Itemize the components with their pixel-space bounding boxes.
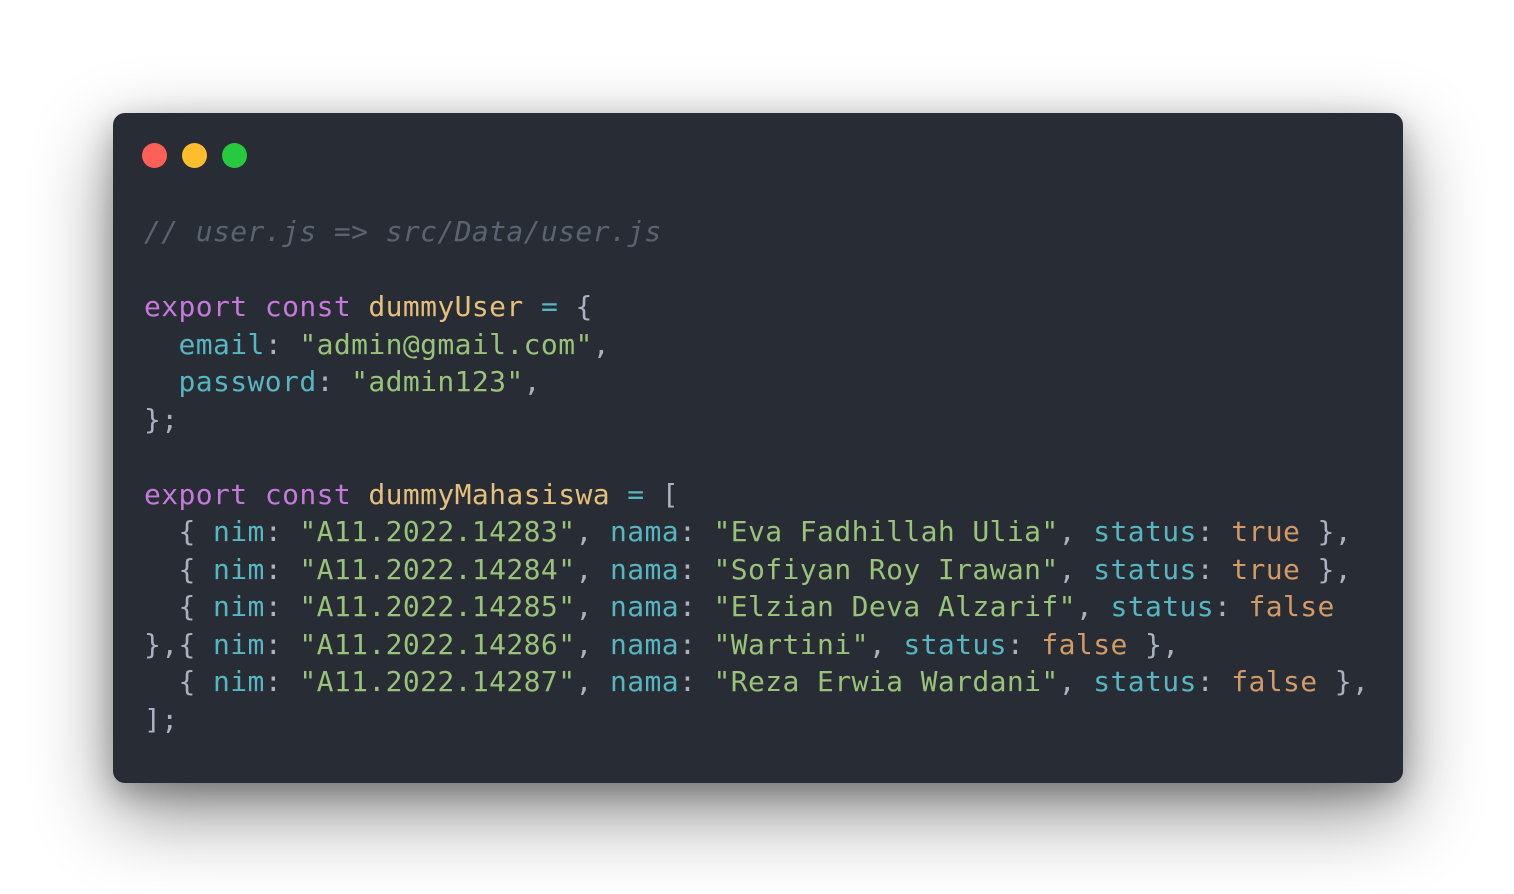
nim-value: "A11.2022.14287" bbox=[299, 665, 576, 698]
code-line-row: { nim: "A11.2022.14284", nama: "Sofiyan … bbox=[178, 552, 1353, 586]
code-comment: // user.js => src/Data/user.js bbox=[144, 215, 662, 248]
nim-value: "A11.2022.14283" bbox=[299, 515, 576, 548]
property-key: email bbox=[178, 327, 265, 361]
code-line-comment: // user.js => src/Data/user.js bbox=[144, 213, 1369, 251]
nim-value: "A11.2022.14285" bbox=[299, 590, 576, 623]
nama-value: "Wartini" bbox=[713, 627, 869, 661]
code-line-user-decl: export const dummyUser = { bbox=[144, 290, 593, 323]
status-value: false bbox=[1041, 627, 1128, 661]
code-block: // user.js => src/Data/user.js export co… bbox=[144, 213, 1369, 738]
close-window-icon[interactable] bbox=[142, 143, 167, 168]
keyword-const: const bbox=[264, 477, 352, 511]
maximize-window-icon[interactable] bbox=[222, 143, 247, 168]
window-titlebar bbox=[113, 113, 1403, 193]
status-value: false bbox=[1231, 665, 1318, 698]
code-line-row: },{ nim: "A11.2022.14286", nama: "Wartin… bbox=[144, 627, 1180, 661]
string-value: "admin123" bbox=[351, 365, 524, 398]
code-line-mahasiswa-decl: export const dummyMahasiswa = [ bbox=[144, 477, 680, 511]
keyword-const: const bbox=[264, 290, 352, 323]
status-value: false bbox=[1248, 590, 1335, 623]
nama-value: "Elzian Deva Alzarif" bbox=[713, 590, 1076, 623]
code-line-row: { nim: "A11.2022.14283", nama: "Eva Fadh… bbox=[178, 515, 1353, 548]
keyword-export: export bbox=[144, 477, 248, 511]
nim-value: "A11.2022.14286" bbox=[299, 627, 576, 661]
code-line-row: { nim: "A11.2022.14285", nama: "Elzian D… bbox=[178, 590, 1335, 623]
nama-value: "Sofiyan Roy Irawan" bbox=[713, 552, 1059, 586]
code-window: // user.js => src/Data/user.js export co… bbox=[113, 113, 1403, 783]
string-value: "admin@gmail.com" bbox=[299, 327, 593, 361]
keyword-export: export bbox=[144, 290, 248, 323]
code-line-row: { nim: "A11.2022.14287", nama: "Reza Erw… bbox=[178, 665, 1370, 698]
code-line-close-obj: }; bbox=[144, 402, 179, 436]
nim-value: "A11.2022.14284" bbox=[299, 552, 576, 586]
identifier-dummy-user: dummyUser bbox=[368, 290, 524, 323]
nama-value: "Reza Erwia Wardani" bbox=[713, 665, 1059, 698]
status-value: true bbox=[1231, 515, 1301, 548]
status-value: true bbox=[1231, 552, 1301, 586]
minimize-window-icon[interactable] bbox=[182, 143, 207, 168]
code-line-close-array: ]; bbox=[144, 702, 179, 736]
code-line-email: email: "admin@gmail.com", bbox=[178, 327, 610, 361]
identifier-dummy-mahasiswa: dummyMahasiswa bbox=[368, 477, 610, 511]
property-key: password bbox=[178, 365, 317, 398]
nama-value: "Eva Fadhillah Ulia" bbox=[713, 515, 1059, 548]
code-line-password: password: "admin123", bbox=[178, 365, 541, 398]
